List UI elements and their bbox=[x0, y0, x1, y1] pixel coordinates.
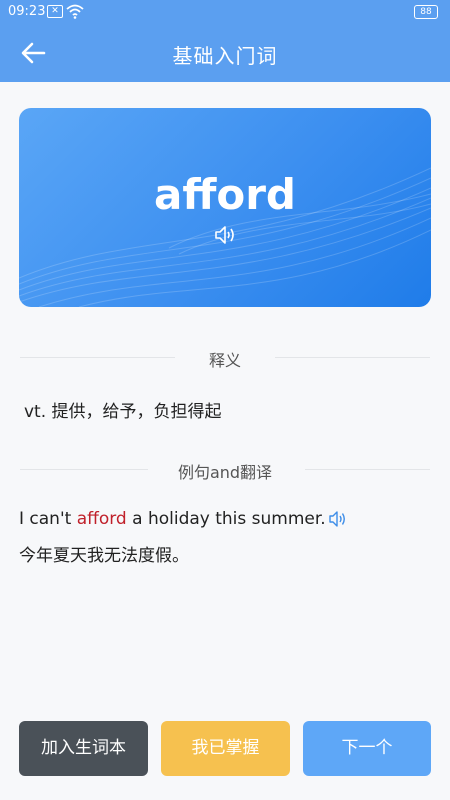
meaning-divider: 释义 bbox=[20, 347, 430, 370]
page-title: 基础入门词 bbox=[172, 44, 278, 68]
battery-icon: 88 bbox=[414, 5, 438, 19]
status-bar: 09:23 ✕ 88 bbox=[0, 0, 450, 24]
status-time: 09:23 bbox=[8, 4, 46, 19]
app-bar: 基础入门词 bbox=[0, 24, 450, 82]
divider-line-right bbox=[275, 357, 430, 358]
next-button[interactable]: 下一个 bbox=[303, 721, 431, 776]
example-sentence: I can't afford a holiday this summer. bbox=[19, 509, 348, 529]
sentence-translation: 今年夏天我无法度假。 bbox=[19, 546, 189, 566]
definition-text: vt. 提供，给予，负担得起 bbox=[24, 402, 222, 422]
word-card: afford bbox=[19, 108, 431, 307]
meaning-section-label: 释义 bbox=[208, 351, 241, 370]
sentence-highlight-word: afford bbox=[76, 509, 127, 529]
notification-x-icon: ✕ bbox=[47, 5, 63, 18]
example-divider: 例句and翻译 bbox=[20, 459, 430, 482]
sentence-speaker-icon[interactable] bbox=[328, 510, 348, 528]
add-to-wordbook-button[interactable]: 加入生词本 bbox=[19, 721, 148, 776]
sentence-after: a holiday this summer. bbox=[126, 509, 326, 529]
sentence-before: I can't bbox=[19, 509, 77, 529]
mastered-button[interactable]: 我已掌握 bbox=[161, 721, 290, 776]
wifi-icon bbox=[66, 4, 84, 19]
example-section-label: 例句and翻译 bbox=[177, 463, 273, 482]
divider-line-right bbox=[305, 469, 430, 470]
vocabulary-word: afford bbox=[154, 170, 296, 219]
speaker-icon[interactable] bbox=[213, 223, 237, 247]
